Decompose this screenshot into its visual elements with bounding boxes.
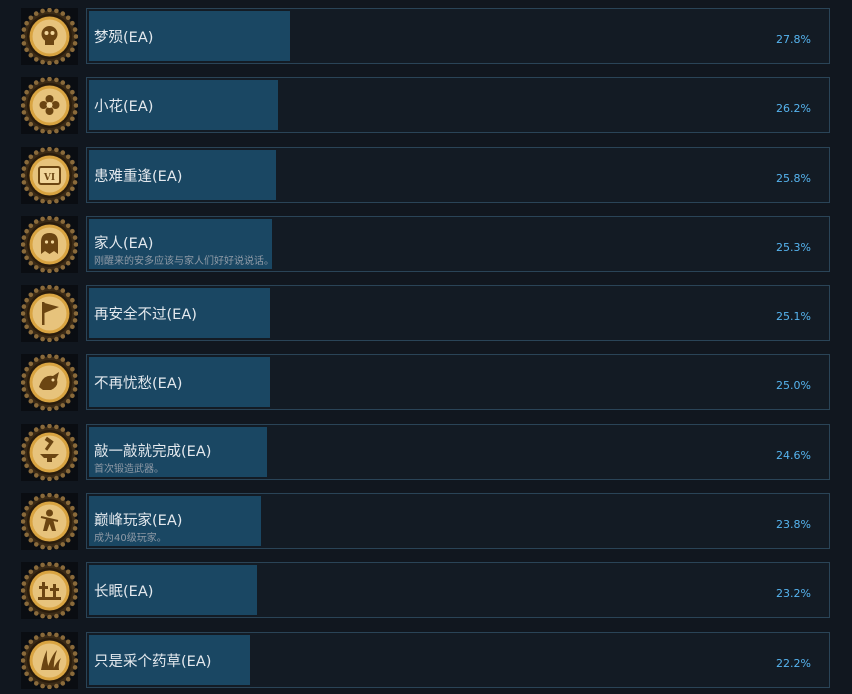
achievement-percent: 26.2% (776, 102, 811, 115)
achievement-percent: 25.8% (776, 172, 811, 185)
scroll-vi-medallion-icon: VI (21, 147, 78, 204)
achievement-percent: 22.2% (776, 657, 811, 670)
herb-medallion-icon (21, 632, 78, 689)
achievement-row[interactable]: 巅峰玩家(EA) 成为40级玩家。 23.8% (0, 489, 852, 550)
achievement-list: 梦殒(EA) 27.8% 小花(EA) 26.2% VI 患难重逢(EA) 25… (0, 0, 852, 694)
progress-bar: 不再忧愁(EA) 25.0% (86, 354, 830, 410)
achievement-title: 小花(EA) (94, 99, 154, 115)
achievement-title: 只是采个药草(EA) (94, 654, 212, 670)
achievement-row[interactable]: 梦殒(EA) 27.8% (0, 4, 852, 65)
skull-medallion-icon (21, 8, 78, 65)
achievement-percent: 23.8% (776, 518, 811, 531)
progress-bar: 只是采个药草(EA) 22.2% (86, 632, 830, 688)
achievement-percent: 23.2% (776, 587, 811, 600)
achievement-row[interactable]: 小花(EA) 26.2% (0, 73, 852, 134)
achievement-row[interactable]: 再安全不过(EA) 25.1% (0, 281, 852, 342)
progress-bar: 再安全不过(EA) 25.1% (86, 285, 830, 341)
achievement-title: 巅峰玩家(EA) (94, 513, 183, 529)
figure-medallion-icon (21, 493, 78, 550)
achievement-description: 成为40级玩家。 (94, 533, 167, 544)
achievement-row[interactable]: 只是采个药草(EA) 22.2% (0, 628, 852, 689)
anvil-medallion-icon (21, 424, 78, 481)
progress-bar: 梦殒(EA) 27.8% (86, 8, 830, 64)
achievement-row[interactable]: 长眠(EA) 23.2% (0, 558, 852, 619)
ghost-medallion-icon (21, 216, 78, 273)
achievement-percent: 24.6% (776, 449, 811, 462)
achievement-row[interactable]: VI 患难重逢(EA) 25.8% (0, 143, 852, 204)
achievement-percent: 25.3% (776, 241, 811, 254)
achievement-row[interactable]: 不再忧愁(EA) 25.0% (0, 350, 852, 411)
achievement-title: 再安全不过(EA) (94, 307, 197, 323)
achievement-title: 不再忧愁(EA) (94, 376, 183, 392)
achievement-percent: 25.1% (776, 310, 811, 323)
achievement-title: 患难重逢(EA) (94, 169, 183, 185)
achievement-title: 长眠(EA) (94, 584, 154, 600)
flower-medallion-icon (21, 77, 78, 134)
achievement-percent: 27.8% (776, 33, 811, 46)
achievement-row[interactable]: 敲一敲就完成(EA) 首次锻造武器。 24.6% (0, 420, 852, 481)
progress-bar: 敲一敲就完成(EA) 首次锻造武器。 24.6% (86, 424, 830, 480)
achievement-description: 首次锻造武器。 (94, 464, 164, 475)
progress-bar: 患难重逢(EA) 25.8% (86, 147, 830, 203)
beast-medallion-icon (21, 354, 78, 411)
svg-text:VI: VI (43, 173, 55, 183)
achievement-percent: 25.0% (776, 379, 811, 392)
achievement-description: 刚醒来的安多应该与家人们好好说说话。 (94, 256, 274, 267)
progress-bar: 家人(EA) 刚醒来的安多应该与家人们好好说说话。 25.3% (86, 216, 830, 272)
flag-medallion-icon (21, 285, 78, 342)
graves-medallion-icon (21, 562, 78, 619)
achievement-row[interactable]: 家人(EA) 刚醒来的安多应该与家人们好好说说话。 25.3% (0, 212, 852, 273)
progress-bar: 巅峰玩家(EA) 成为40级玩家。 23.8% (86, 493, 830, 549)
achievement-title: 敲一敲就完成(EA) (94, 444, 212, 460)
progress-bar: 长眠(EA) 23.2% (86, 562, 830, 618)
progress-bar: 小花(EA) 26.2% (86, 77, 830, 133)
achievement-title: 家人(EA) (94, 236, 154, 252)
achievement-title: 梦殒(EA) (94, 30, 154, 46)
